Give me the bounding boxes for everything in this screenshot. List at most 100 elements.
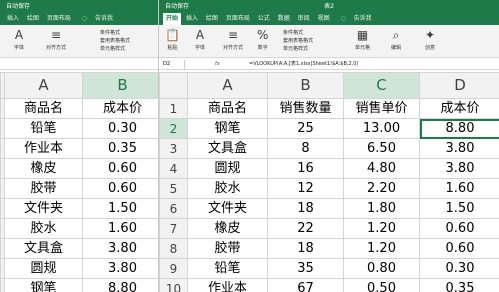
cell[interactable]: 18 bbox=[267, 238, 344, 259]
column-header-d[interactable]: D bbox=[419, 72, 499, 99]
cell[interactable]: 1.60 bbox=[82, 218, 158, 239]
align-group[interactable]: ≡ 对齐方式 bbox=[223, 28, 243, 51]
cell[interactable]: 0.30 bbox=[82, 118, 158, 139]
row-header[interactable]: 10 bbox=[159, 278, 188, 292]
font-group[interactable]: A 字体 bbox=[195, 28, 205, 51]
cell[interactable]: 3.80 bbox=[419, 138, 499, 159]
row-header[interactable]: 9 bbox=[159, 258, 188, 279]
cell[interactable]: 商品名 bbox=[4, 98, 83, 119]
cell[interactable]: 圆规 bbox=[4, 258, 83, 279]
cell[interactable]: 商品名 bbox=[187, 98, 268, 119]
cell[interactable]: 16 bbox=[267, 158, 344, 179]
name-box[interactable]: D2 bbox=[163, 60, 185, 69]
cell[interactable]: 胶带 bbox=[4, 178, 83, 199]
cell[interactable]: 0.60 bbox=[82, 178, 158, 199]
cell[interactable]: 成本价 bbox=[82, 98, 158, 119]
cell[interactable]: 0.60 bbox=[82, 158, 158, 179]
cell[interactable]: 1.20 bbox=[343, 238, 420, 259]
cell[interactable]: 8 bbox=[267, 138, 344, 159]
cell[interactable]: 12 bbox=[267, 178, 344, 199]
cell[interactable]: 0.30 bbox=[419, 258, 499, 279]
select-all-corner[interactable] bbox=[159, 72, 188, 99]
cell[interactable]: 文件夹 bbox=[4, 198, 83, 219]
cell[interactable]: 0.60 bbox=[419, 218, 499, 239]
cell[interactable]: 0.50 bbox=[343, 278, 420, 292]
cell[interactable]: 1.60 bbox=[419, 178, 499, 199]
cells-group[interactable]: ▦ 单元格 bbox=[355, 28, 370, 51]
column-header-a[interactable]: A bbox=[187, 72, 268, 99]
cell[interactable]: 销售数量 bbox=[267, 98, 344, 119]
table-format-button[interactable]: 套用表格格式 bbox=[100, 37, 130, 45]
cell[interactable]: 文具盒 bbox=[4, 238, 83, 259]
cell[interactable]: 文具盒 bbox=[187, 138, 268, 159]
cell[interactable]: 67 bbox=[267, 278, 344, 292]
cell[interactable]: 0.60 bbox=[419, 238, 499, 259]
cell[interactable]: 6.50 bbox=[343, 138, 420, 159]
tab-page-layout[interactable]: 页面布局 bbox=[223, 13, 253, 25]
conditional-format-button[interactable]: 条件格式 bbox=[283, 29, 313, 37]
cell[interactable]: 18 bbox=[267, 198, 344, 219]
column-header-a[interactable]: A bbox=[4, 72, 83, 99]
cell[interactable]: 胶水 bbox=[4, 218, 83, 239]
cell[interactable]: 铅笔 bbox=[187, 258, 268, 279]
cell[interactable]: 橡皮 bbox=[187, 218, 268, 239]
tab-insert[interactable]: 插入 bbox=[4, 13, 22, 25]
tab-review[interactable]: 审阅 bbox=[295, 13, 313, 25]
cell[interactable]: 22 bbox=[267, 218, 344, 239]
cell[interactable]: 0.35 bbox=[82, 138, 158, 159]
ideas-button[interactable]: ✦ 创意 bbox=[425, 28, 435, 51]
row-header[interactable]: 4 bbox=[159, 158, 188, 179]
edit-group[interactable]: ⌕ 编辑 bbox=[391, 28, 401, 51]
cell-style-button[interactable]: 单元格样式 bbox=[100, 45, 130, 53]
cell[interactable]: 3.80 bbox=[419, 158, 499, 179]
cell[interactable]: 0.80 bbox=[343, 258, 420, 279]
cell[interactable]: 销售单价 bbox=[343, 98, 420, 119]
tab-insert[interactable]: 插入 bbox=[183, 13, 201, 25]
cell[interactable]: 3.80 bbox=[82, 258, 158, 279]
tab-formulas[interactable]: 公式 bbox=[255, 13, 273, 25]
cell[interactable]: 文件夹 bbox=[187, 198, 268, 219]
formula-input[interactable]: =VLOOKUP(A:A,[表1.xlsx]Sheet1!$A:$B,2,0) bbox=[249, 59, 358, 70]
cell[interactable]: 4.80 bbox=[343, 158, 420, 179]
tell-me-search[interactable]: ◌ 告诉我 bbox=[76, 13, 119, 25]
column-header-c[interactable]: C bbox=[343, 72, 420, 99]
column-header-b[interactable]: B bbox=[82, 72, 158, 99]
font-group[interactable]: A 字体 bbox=[14, 28, 24, 51]
conditional-format-button[interactable]: 条件格式 bbox=[100, 29, 130, 37]
row-header[interactable]: 2 bbox=[159, 118, 188, 139]
cell[interactable]: 1.80 bbox=[343, 198, 420, 219]
tell-me-search[interactable]: ◌ 告诉我 bbox=[335, 13, 378, 25]
cell[interactable]: 圆规 bbox=[187, 158, 268, 179]
cell[interactable]: 作业本 bbox=[4, 138, 83, 159]
row-header[interactable]: 6 bbox=[159, 198, 188, 219]
cell[interactable]: 13.00 bbox=[343, 118, 420, 139]
tab-draw[interactable]: 绘图 bbox=[24, 13, 42, 25]
cell[interactable]: 0.35 bbox=[419, 278, 499, 292]
cell[interactable]: 3.80 bbox=[82, 238, 158, 259]
cell[interactable]: 橡皮 bbox=[4, 158, 83, 179]
cell[interactable]: 钢笔 bbox=[4, 278, 83, 292]
cell-style-button[interactable]: 单元格样式 bbox=[283, 45, 313, 53]
cell[interactable]: 作业本 bbox=[187, 278, 268, 292]
cell[interactable]: 8.80 bbox=[82, 278, 158, 292]
cell[interactable]: 2.20 bbox=[343, 178, 420, 199]
row-header[interactable]: 8 bbox=[159, 238, 188, 259]
row-header[interactable]: 3 bbox=[159, 138, 188, 159]
tab-draw[interactable]: 绘图 bbox=[203, 13, 221, 25]
cell[interactable]: 胶水 bbox=[187, 178, 268, 199]
number-group[interactable]: % 数字 bbox=[257, 28, 268, 51]
cell[interactable]: 1.20 bbox=[343, 218, 420, 239]
cell[interactable]: 35 bbox=[267, 258, 344, 279]
tab-home[interactable]: 开始 bbox=[163, 13, 182, 25]
table-format-button[interactable]: 套用表格格式 bbox=[283, 37, 313, 45]
cell[interactable]: 铅笔 bbox=[4, 118, 83, 139]
align-group[interactable]: ≡ 对齐方式 bbox=[46, 28, 66, 51]
tab-view[interactable]: 视图 bbox=[315, 13, 333, 25]
cell[interactable]: 1.50 bbox=[419, 198, 499, 219]
tab-page-layout[interactable]: 页面布局 bbox=[44, 13, 74, 25]
tab-data[interactable]: 数据 bbox=[275, 13, 293, 25]
cell[interactable]: 25 bbox=[267, 118, 344, 139]
row-header[interactable]: 5 bbox=[159, 178, 188, 199]
row-header[interactable]: 1 bbox=[159, 98, 188, 119]
column-header-b[interactable]: B bbox=[267, 72, 344, 99]
